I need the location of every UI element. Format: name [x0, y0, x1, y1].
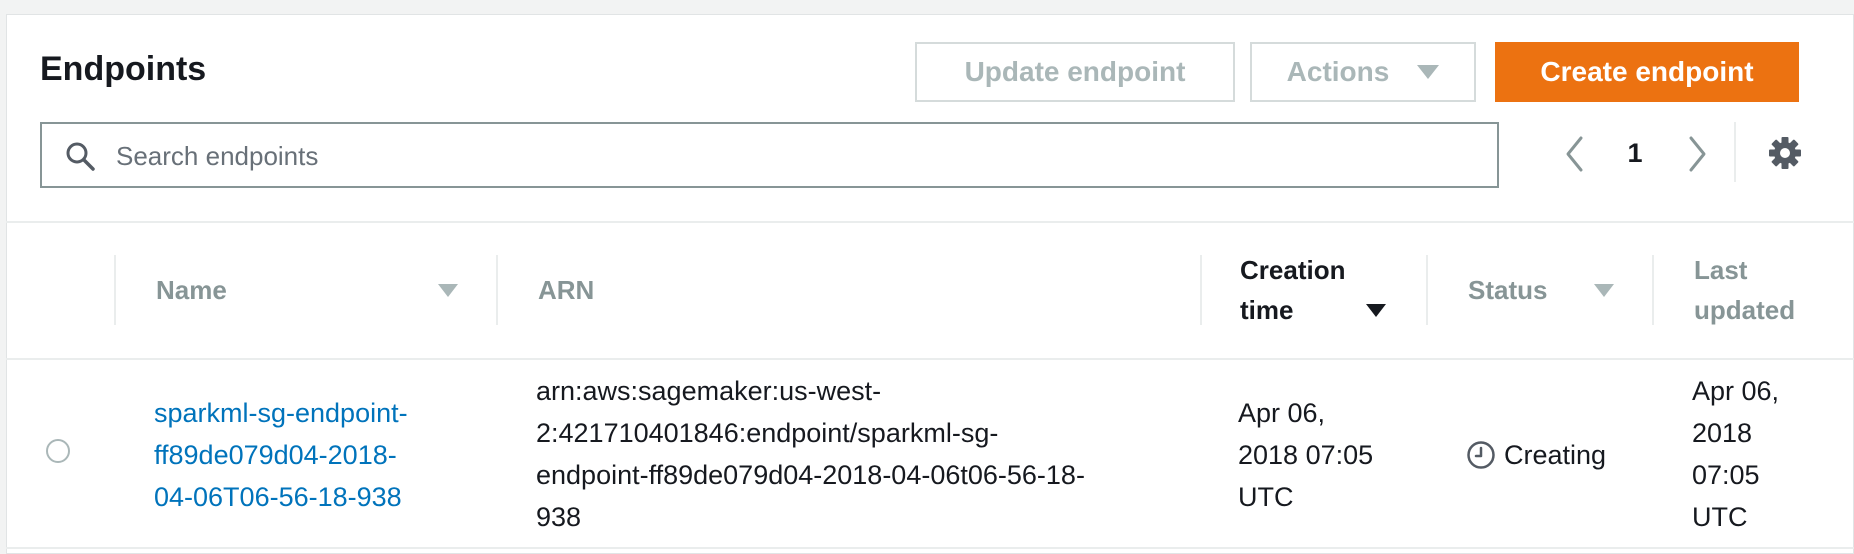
last-updated-line: Apr 06,	[1692, 376, 1780, 406]
last-updated-line: UTC	[1692, 502, 1748, 532]
column-header-line: Last	[1694, 255, 1748, 285]
search-box[interactable]	[40, 122, 1499, 188]
search-input[interactable]	[114, 136, 1458, 176]
row-divider	[6, 547, 1854, 549]
arn-line: 938	[536, 502, 582, 532]
endpoint-arn: arn:aws:sagemaker:us-west- 2:42171040184…	[536, 370, 1085, 538]
caret-down-icon	[1417, 65, 1440, 79]
create-endpoint-button[interactable]: Create endpoint	[1495, 42, 1799, 102]
column-header-arn: ARN	[538, 275, 595, 305]
column-header-line: Creation	[1240, 255, 1346, 285]
column-header-line: time	[1240, 295, 1294, 325]
chevron-right-icon[interactable]	[1685, 134, 1709, 174]
creation-time-line: UTC	[1238, 482, 1294, 512]
update-endpoint-label: Update endpoint	[964, 56, 1186, 87]
last-updated-line: 2018	[1692, 418, 1753, 448]
toolbar-divider	[1734, 122, 1736, 182]
column-separator	[496, 255, 498, 325]
column-separator	[1200, 255, 1202, 325]
clock-icon	[1467, 441, 1495, 469]
actions-label: Actions	[1286, 56, 1390, 87]
name-line: ff89de079d04-2018-	[154, 440, 397, 470]
column-separator	[1426, 255, 1428, 325]
row-select-radio[interactable]	[46, 439, 70, 463]
last-updated: Apr 06, 2018 07:05 UTC	[1692, 370, 1779, 538]
caret-down-icon[interactable]	[1594, 284, 1614, 297]
arn-line: endpoint-ff89de079d04-2018-04-06t06-56-1…	[536, 460, 1085, 490]
caret-down-icon[interactable]	[438, 284, 458, 297]
status-text: Creating	[1504, 440, 1607, 470]
update-endpoint-button[interactable]: Update endpoint	[915, 42, 1235, 102]
search-icon	[66, 142, 95, 171]
arn-line: 2:421710401846:endpoint/sparkml-sg-	[536, 418, 999, 448]
endpoint-name-link[interactable]: sparkml-sg-endpoint- ff89de079d04-2018- …	[154, 392, 408, 518]
header-divider	[6, 221, 1854, 223]
creation-time-line: 2018 07:05	[1238, 440, 1374, 470]
name-line: sparkml-sg-endpoint-	[154, 398, 408, 428]
column-header-last-updated: Last updated	[1694, 250, 1795, 330]
page-title: Endpoints	[40, 50, 207, 88]
current-page[interactable]: 1	[1620, 138, 1650, 169]
name-line: 04-06T06-56-18-938	[154, 482, 402, 512]
actions-dropdown-button[interactable]: Actions	[1250, 42, 1476, 102]
column-header-line: updated	[1694, 295, 1796, 325]
chevron-left-icon[interactable]	[1563, 134, 1587, 174]
creation-time: Apr 06, 2018 07:05 UTC	[1238, 392, 1373, 518]
gear-icon[interactable]	[1768, 136, 1802, 170]
column-separator	[114, 255, 116, 325]
column-header-status[interactable]: Status	[1468, 270, 1547, 310]
column-header-creation-time[interactable]: Creation time	[1240, 250, 1345, 330]
create-endpoint-label: Create endpoint	[1540, 56, 1754, 87]
last-updated-line: 07:05	[1692, 460, 1760, 490]
table-header-divider	[6, 358, 1854, 360]
creation-time-line: Apr 06,	[1238, 398, 1326, 428]
caret-down-icon[interactable]	[1366, 304, 1386, 317]
arn-line: arn:aws:sagemaker:us-west-	[536, 376, 882, 406]
column-separator	[1652, 255, 1654, 325]
column-header-name[interactable]: Name	[156, 270, 227, 310]
